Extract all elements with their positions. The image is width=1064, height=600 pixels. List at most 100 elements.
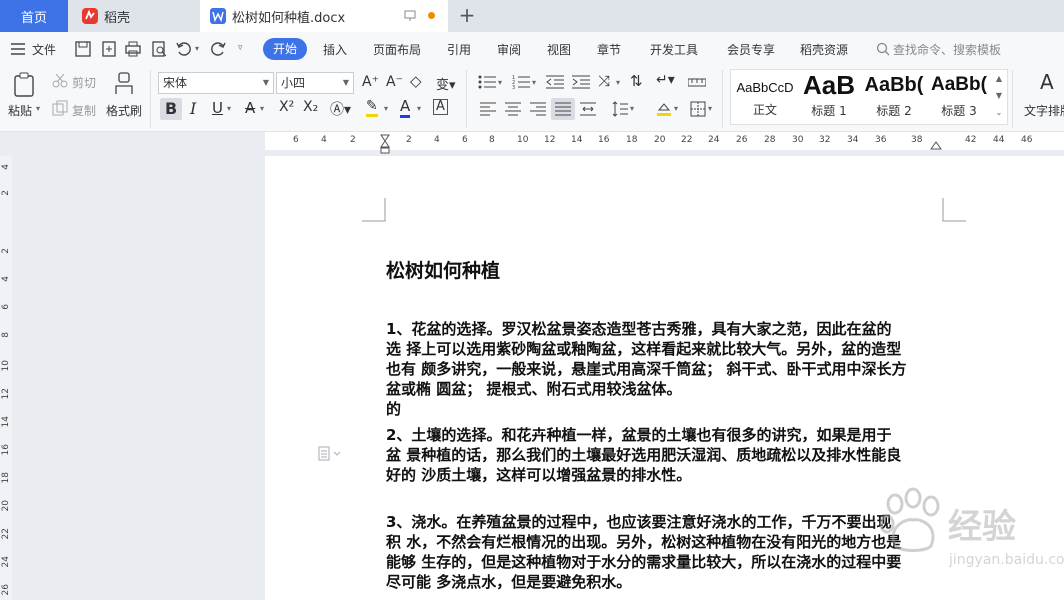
style-heading-2[interactable]: AaBb( 标题 2 — [862, 70, 926, 124]
horizontal-ruler[interactable]: 6 4 2 2 4 6 8 10 12 14 16 18 20 22 24 26 28 30 32 34 36 38 42 4… — [0, 132, 1064, 156]
ruler-tick-label: 16 — [598, 135, 610, 145]
underline-icon[interactable]: U — [212, 99, 223, 117]
customize-toolbar-icon[interactable]: ▿ — [238, 43, 243, 53]
cut-button[interactable]: 剪切 — [72, 74, 96, 91]
ruler-tick-label: 20 — [654, 135, 666, 145]
shading-icon[interactable] — [656, 101, 672, 117]
style-normal[interactable]: AaBbCcD 正文 — [732, 70, 798, 124]
save-icon[interactable] — [74, 40, 92, 58]
shading-dropdown-icon[interactable]: ▾ — [674, 104, 678, 113]
copy-button[interactable]: 复制 — [72, 102, 96, 119]
align-right-icon[interactable] — [530, 102, 546, 116]
paste-icon[interactable] — [12, 72, 36, 98]
bullet-list-dropdown-icon[interactable]: ▾ — [498, 78, 502, 87]
pinyin-guide-icon[interactable]: 变▾ — [436, 74, 456, 93]
menu-chapter[interactable]: 章节 — [597, 41, 621, 58]
ruler-tick-label: 12 — [544, 135, 556, 145]
increase-indent-icon[interactable] — [572, 75, 590, 89]
paste-dropdown-icon[interactable]: ▾ — [36, 104, 40, 113]
style-heading-1[interactable]: AaB 标题 1 — [798, 70, 860, 124]
decrease-font-icon[interactable]: A⁻ — [386, 74, 403, 90]
paragraph-3[interactable]: 3、浇水。在养殖盆景的过程中，也应该要注意好浇水的工作，千万不要出现 积 水，不… — [386, 512, 946, 592]
format-painter-icon[interactable] — [114, 72, 134, 96]
export-pdf-icon[interactable] — [100, 40, 118, 58]
ruler-tick-label: 38 — [911, 135, 923, 145]
bold-icon[interactable]: B — [165, 99, 177, 118]
print-icon[interactable] — [124, 40, 142, 58]
paste-button[interactable]: 粘贴 — [8, 102, 32, 119]
chinese-layout-icon[interactable]: ⤨ — [598, 72, 610, 90]
justify-icon[interactable] — [555, 102, 571, 116]
clear-format-icon[interactable]: ◇ — [410, 72, 422, 90]
font-name-select[interactable]: 宋体 ▼ — [158, 72, 274, 94]
menu-file[interactable]: 文件 — [32, 41, 56, 58]
font-color-dropdown-icon[interactable]: ▾ — [417, 104, 421, 113]
monitor-icon[interactable] — [404, 10, 416, 22]
font-size-select[interactable]: 小四 ▼ — [276, 72, 354, 94]
numbered-list-dropdown-icon[interactable]: ▾ — [532, 78, 536, 87]
menu-view[interactable]: 视图 — [547, 41, 571, 58]
text-layout-icon[interactable]: A — [1040, 70, 1054, 94]
highlight-icon[interactable]: ✎ — [366, 99, 378, 117]
format-painter-button[interactable]: 格式刷 — [106, 102, 142, 119]
text-layout-button[interactable]: 文字排版 — [1024, 102, 1064, 119]
char-border-icon[interactable]: A — [433, 99, 448, 115]
subscript-icon[interactable]: X₂ — [303, 99, 318, 115]
tab-daoke[interactable]: 稻壳 — [68, 0, 198, 32]
hamburger-menu-icon[interactable] — [11, 43, 25, 55]
tab-ruler-icon[interactable] — [688, 76, 706, 88]
menu-daoke-resources[interactable]: 稻壳资源 — [800, 41, 848, 58]
borders-dropdown-icon[interactable]: ▾ — [708, 104, 712, 113]
bullet-list-icon[interactable] — [478, 75, 496, 89]
tab-home[interactable]: 首页 — [0, 0, 68, 32]
tab-document[interactable]: 松树如何种植.docx — [200, 0, 448, 32]
align-center-icon[interactable] — [505, 102, 521, 116]
style-heading-1-label: 标题 1 — [811, 104, 847, 118]
menu-references[interactable]: 引用 — [447, 41, 471, 58]
styles-scroll[interactable]: ▲ ▼ ⌄ — [992, 70, 1006, 124]
paragraph-1[interactable]: 1、花盆的选择。罗汉松盆景姿态造型苍古秀雅，具有大家之范，因此在盆的 选 择上可… — [386, 319, 946, 419]
undo-icon[interactable] — [175, 40, 193, 58]
redo-icon[interactable] — [209, 40, 227, 58]
menu-insert[interactable]: 插入 — [323, 41, 347, 58]
cut-icon[interactable] — [52, 74, 68, 88]
strikethrough-icon[interactable]: A — [245, 99, 255, 117]
document-title[interactable]: 松树如何种植 — [386, 256, 500, 283]
vertical-ruler[interactable]: 4 2 2 4 6 8 10 12 14 16 18 20 22 24 26 — [0, 156, 12, 600]
menu-developer[interactable]: 开发工具 — [650, 41, 698, 58]
sort-icon[interactable]: ⇅ — [630, 72, 643, 90]
line-spacing-icon[interactable] — [612, 101, 628, 117]
style-heading-3[interactable]: AaBb( 标题 3 — [928, 70, 990, 124]
indent-marker-icon[interactable] — [380, 134, 390, 154]
superscript-icon[interactable]: X² — [279, 99, 294, 115]
paragraph-2[interactable]: 2、土壤的选择。和花卉种植一样，盆景的土壤也有很多的讲究，如果是用于 盆 景种植… — [386, 425, 946, 485]
underline-dropdown-icon[interactable]: ▾ — [227, 104, 231, 113]
command-search-input[interactable]: 查找命令、搜索模板 — [893, 41, 1001, 58]
align-left-icon[interactable] — [480, 102, 496, 116]
chinese-layout-dropdown-icon[interactable]: ▾ — [616, 78, 620, 87]
menu-member[interactable]: 会员专享 — [727, 41, 775, 58]
strikethrough-dropdown-icon[interactable]: ▾ — [260, 104, 264, 113]
menu-page-layout[interactable]: 页面布局 — [373, 41, 421, 58]
distribute-icon[interactable] — [580, 102, 596, 116]
decrease-indent-icon[interactable] — [546, 75, 564, 89]
highlight-dropdown-icon[interactable]: ▾ — [384, 104, 388, 113]
menu-review[interactable]: 审阅 — [497, 41, 521, 58]
document-page[interactable]: 松树如何种植 1、花盆的选择。罗汉松盆景姿态造型苍古秀雅，具有大家之范，因此在盆… — [265, 156, 1064, 600]
menu-start[interactable]: 开始 — [263, 38, 307, 60]
paragraph-layout-icon[interactable] — [318, 446, 342, 462]
right-indent-marker-icon[interactable] — [930, 140, 942, 150]
line-spacing-dropdown-icon[interactable]: ▾ — [630, 104, 634, 113]
text-effect-icon[interactable]: Ⓐ▾ — [330, 99, 351, 119]
borders-icon[interactable] — [690, 101, 706, 117]
copy-icon[interactable] — [52, 100, 68, 116]
numbered-list-icon[interactable]: 123 — [512, 75, 530, 89]
paragraph-line: 盆或椭 圆盆； 提根式、附石式用较浅盆体。 — [386, 380, 682, 398]
italic-icon[interactable]: I — [190, 99, 196, 118]
increase-font-icon[interactable]: A⁺ — [362, 74, 379, 90]
print-preview-icon[interactable] — [150, 40, 168, 58]
font-color-icon[interactable]: A — [400, 98, 411, 118]
new-tab-button[interactable]: + — [456, 5, 478, 27]
undo-dropdown-icon[interactable]: ▾ — [195, 44, 199, 53]
show-hide-marks-icon[interactable]: ↵▾ — [656, 72, 675, 88]
